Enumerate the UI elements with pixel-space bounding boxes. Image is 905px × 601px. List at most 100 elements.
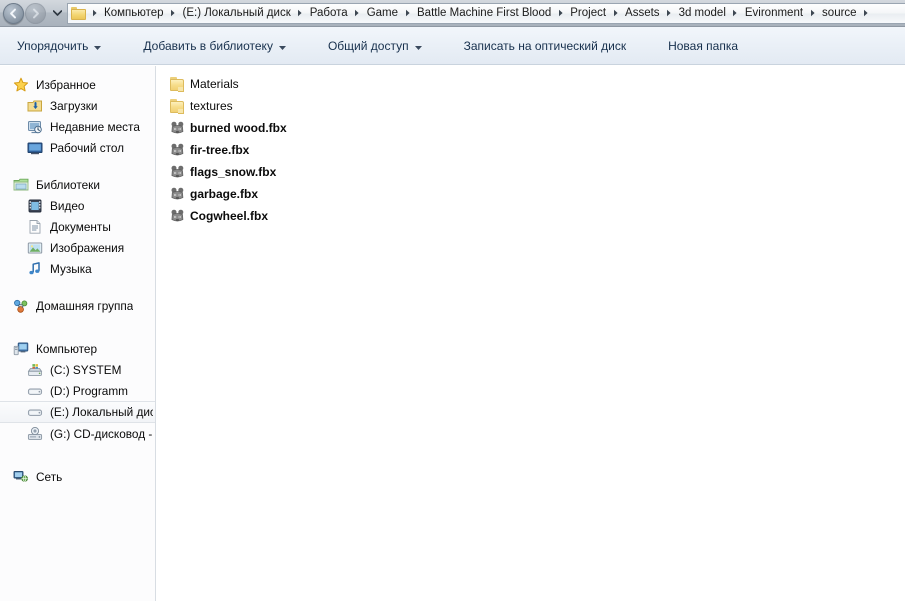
breadcrumb-item-1[interactable]: (E:) Локальный диск [180, 4, 294, 23]
burn-to-disc-button[interactable]: Записать на оптический диск [453, 33, 638, 59]
file-name: garbage.fbx [190, 187, 259, 201]
breadcrumb-separator[interactable] [167, 4, 180, 23]
file-name: fir-tree.fbx [190, 143, 250, 157]
breadcrumb-item-4[interactable]: Battle Machine First Blood [414, 4, 554, 23]
breadcrumb-separator[interactable] [806, 4, 819, 23]
sidebar-item-label: Музыка [50, 261, 92, 276]
organize-button[interactable]: Упорядочить [6, 33, 112, 59]
new-folder-button[interactable]: Новая папка [657, 33, 749, 59]
sidebar-item-drive-g[interactable]: (G:) CD-дисковод - D [0, 423, 155, 444]
breadcrumb-item-8[interactable]: Evironment [742, 4, 806, 23]
breadcrumb-separator[interactable] [401, 4, 414, 23]
sidebar-item-desktop[interactable]: Рабочий стол [0, 137, 155, 158]
sidebar-group-favorites[interactable]: Избранное [0, 74, 155, 95]
breadcrumb-separator[interactable] [554, 4, 567, 23]
navigation-buttons [0, 0, 65, 27]
file-list-pane[interactable]: Materials textures burned wood.fbx fir-t… [157, 66, 905, 601]
chevron-down-icon [414, 39, 422, 53]
computer-icon [13, 341, 30, 357]
sidebar-item-downloads[interactable]: Загрузки [0, 95, 155, 116]
breadcrumb-separator[interactable] [609, 4, 622, 23]
list-item[interactable]: textures [157, 95, 905, 117]
list-item[interactable]: Cogwheel.fbx [157, 205, 905, 227]
forward-arrow-icon[interactable] [25, 2, 46, 24]
list-item[interactable]: Materials [157, 73, 905, 95]
folder-icon [71, 6, 86, 20]
pictures-icon [27, 240, 44, 256]
add-to-library-button[interactable]: Добавить в библиотеку [132, 33, 297, 59]
sidebar-item-label: (D:) Programm [50, 383, 128, 398]
sidebar-item-label: Недавние места [50, 119, 140, 134]
chevron-down-icon[interactable] [49, 3, 65, 24]
sidebar-group-libraries[interactable]: Библиотеки [0, 174, 155, 195]
sidebar-item-label: (G:) CD-дисковод - D [50, 426, 153, 441]
list-item[interactable]: burned wood.fbx [157, 117, 905, 139]
list-item[interactable]: fir-tree.fbx [157, 139, 905, 161]
sidebar-item-label: Загрузки [50, 98, 98, 113]
file-name: flags_snow.fbx [190, 165, 277, 179]
video-icon [27, 198, 44, 214]
breadcrumb-separator[interactable] [729, 4, 742, 23]
breadcrumb-item-9[interactable]: source [819, 4, 860, 23]
downloads-icon [27, 98, 44, 114]
sidebar-item-label: Изображения [50, 240, 125, 255]
breadcrumb[interactable]: Компьютер (E:) Локальный диск Работа Gam… [67, 2, 905, 24]
sidebar-item-pictures[interactable]: Изображения [0, 237, 155, 258]
desktop-icon [27, 140, 44, 156]
sidebar-item-recent-places[interactable]: Недавние места [0, 116, 155, 137]
sidebar-item-drive-c[interactable]: (C:) SYSTEM [0, 359, 155, 380]
breadcrumb-separator[interactable] [860, 4, 873, 23]
back-arrow-icon[interactable] [3, 2, 24, 24]
sidebar-group-homegroup[interactable]: Домашняя группа [0, 295, 155, 316]
breadcrumb-item-6[interactable]: Assets [622, 4, 663, 23]
sidebar-group-computer[interactable]: Компьютер [0, 338, 155, 359]
explorer-window: Компьютер (E:) Локальный диск Работа Gam… [0, 0, 905, 601]
homegroup-icon [13, 298, 30, 314]
sidebar-item-drive-d[interactable]: (D:) Programm [0, 380, 155, 401]
breadcrumb-item-0[interactable]: Компьютер [101, 4, 167, 23]
folder-icon [169, 98, 187, 115]
breadcrumb-item-5[interactable]: Project [567, 4, 609, 23]
folder-icon [169, 76, 187, 93]
sidebar-item-documents[interactable]: Документы [0, 216, 155, 237]
file-name: textures [190, 99, 233, 113]
breadcrumb-item-7[interactable]: 3d model [676, 4, 729, 23]
sidebar-item-label: Документы [50, 219, 111, 234]
sidebar-item-label: Рабочий стол [50, 140, 125, 155]
sidebar-item-music[interactable]: Музыка [0, 258, 155, 279]
navigation-pane[interactable]: Избранное Загрузки Недавние места Рабочи… [0, 66, 156, 601]
file-name: Materials [190, 77, 239, 91]
chevron-down-icon [278, 39, 286, 53]
network-icon [13, 469, 30, 485]
list-item[interactable]: flags_snow.fbx [157, 161, 905, 183]
fbx-file-icon [169, 164, 187, 181]
libraries-icon [13, 177, 30, 193]
sidebar-group-network[interactable]: Сеть [0, 466, 155, 487]
breadcrumb-separator[interactable] [294, 4, 307, 23]
drive-icon [27, 383, 44, 399]
new-folder-label: Новая папка [668, 38, 739, 53]
breadcrumb-item-3[interactable]: Game [364, 4, 401, 23]
music-icon [27, 261, 44, 277]
star-icon [13, 77, 30, 93]
breadcrumb-item-2[interactable]: Работа [307, 4, 351, 23]
share-with-button[interactable]: Общий доступ [317, 33, 433, 59]
file-name: burned wood.fbx [190, 121, 287, 135]
documents-icon [27, 219, 44, 235]
add-to-library-label: Добавить в библиотеку [143, 38, 273, 53]
breadcrumb-separator[interactable] [351, 4, 364, 23]
sidebar-item-drive-e[interactable]: (E:) Локальный диск [0, 401, 155, 423]
sidebar-item-video[interactable]: Видео [0, 195, 155, 216]
cd-drive-icon [27, 426, 44, 442]
sidebar-group-label: Компьютер [36, 341, 98, 356]
breadcrumb-separator[interactable] [663, 4, 676, 23]
file-name: Cogwheel.fbx [190, 209, 269, 223]
breadcrumb-separator[interactable] [88, 4, 101, 23]
address-bar: Компьютер (E:) Локальный диск Работа Gam… [0, 0, 905, 27]
share-with-label: Общий доступ [327, 38, 409, 53]
list-item[interactable]: garbage.fbx [157, 183, 905, 205]
